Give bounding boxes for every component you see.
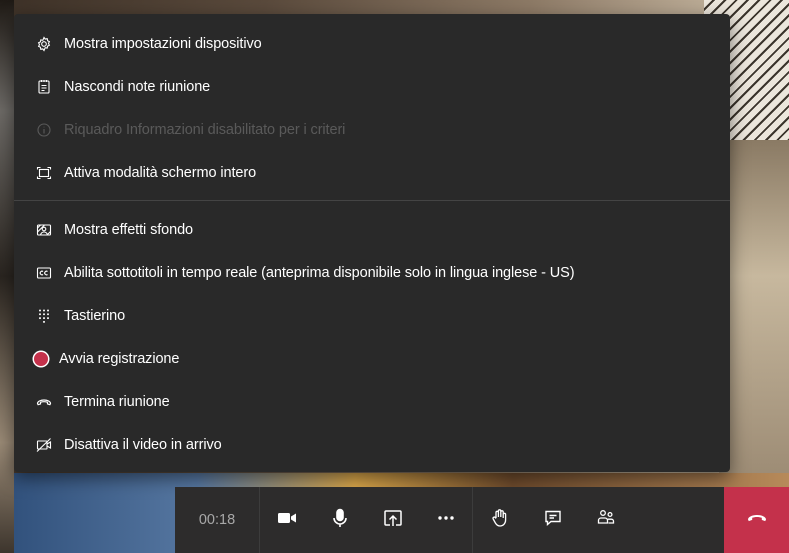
microphone-button[interactable]: [313, 487, 366, 553]
menu-item-meeting-notes[interactable]: Nascondi note riunione: [14, 67, 730, 107]
menu-item-label: Tastierino: [64, 308, 126, 324]
menu-item-label: Abilita sottotitoli in tempo reale (ante…: [64, 265, 575, 281]
chat-button[interactable]: [526, 487, 579, 553]
microphone-icon: [329, 507, 351, 534]
menu-item-label: Avvia registrazione: [59, 351, 180, 367]
end-call-icon: [34, 392, 54, 412]
background-edge: [0, 0, 14, 553]
menu-item-info-pane: Riquadro Informazioni disabilitato per i…: [14, 110, 730, 150]
menu-item-live-captions[interactable]: Abilita sottotitoli in tempo reale (ante…: [14, 253, 730, 293]
menu-item-label: Mostra impostazioni dispositivo: [64, 36, 262, 52]
menu-item-start-recording[interactable]: Avvia registrazione: [14, 339, 730, 379]
video-off-icon: [34, 435, 54, 455]
call-timer: 00:18: [175, 487, 260, 553]
participants-button[interactable]: [579, 487, 632, 553]
more-options-button[interactable]: [419, 487, 472, 553]
share-screen-icon: [382, 507, 404, 534]
menu-item-label: Riquadro Informazioni disabilitato per i…: [64, 122, 346, 138]
menu-item-background-effects[interactable]: Mostra effetti sfondo: [14, 210, 730, 250]
hang-up-button[interactable]: [724, 487, 789, 553]
menu-item-end-meeting[interactable]: Termina riunione: [14, 382, 730, 422]
chat-icon: [542, 507, 564, 534]
notes-icon: [34, 77, 54, 97]
menu-divider: [14, 200, 730, 201]
menu-item-label: Disattiva il video in arrivo: [64, 437, 222, 453]
participants-icon: [595, 507, 617, 534]
record-icon: [31, 349, 51, 369]
menu-item-fullscreen[interactable]: Attiva modalità schermo intero: [14, 153, 730, 193]
background-effects-icon: [34, 220, 54, 240]
gear-icon: [34, 34, 54, 54]
menu-item-label: Nascondi note riunione: [64, 79, 211, 95]
camera-icon: [276, 507, 298, 534]
share-screen-button[interactable]: [366, 487, 419, 553]
menu-item-dialpad[interactable]: Tastierino: [14, 296, 730, 336]
menu-item-disable-incoming-video[interactable]: Disattiva il video in arrivo: [14, 425, 730, 465]
menu-item-device-settings[interactable]: Mostra impostazioni dispositivo: [14, 24, 730, 64]
more-options-icon: [435, 507, 457, 534]
camera-button[interactable]: [260, 487, 313, 553]
raise-hand-button[interactable]: [473, 487, 526, 553]
more-options-menu: Mostra impostazioni dispositivo Nascondi…: [14, 14, 730, 472]
menu-item-label: Mostra effetti sfondo: [64, 222, 194, 238]
fullscreen-icon: [34, 163, 54, 183]
info-icon: [34, 120, 54, 140]
dialpad-icon: [34, 306, 54, 326]
call-toolbar: 00:18: [175, 487, 789, 553]
menu-item-label: Termina riunione: [64, 394, 170, 410]
hang-up-icon: [746, 507, 768, 534]
menu-item-label: Attiva modalità schermo intero: [64, 165, 257, 181]
raise-hand-icon: [489, 507, 511, 534]
closed-captions-icon: [34, 263, 54, 283]
